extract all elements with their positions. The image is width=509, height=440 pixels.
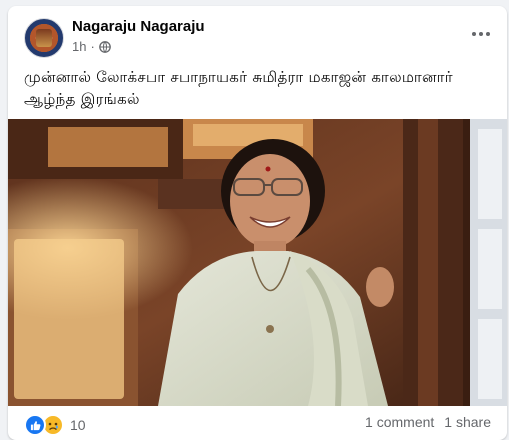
like-icon [24, 414, 46, 436]
post-time[interactable]: 1h [72, 39, 86, 54]
engagement-stats: 1 comment 1 share [365, 414, 491, 430]
post-text: முன்னால் லோக்சபா சபாநாயகர் சுமித்ரா மகாஜ… [24, 68, 453, 108]
author-name[interactable]: Nagaraju Nagaraju [72, 18, 205, 35]
post-header: Nagaraju Nagaraju 1h · [8, 6, 507, 64]
author-avatar[interactable] [24, 18, 64, 58]
share-count-link[interactable]: 1 share [444, 414, 491, 430]
post-photo[interactable] [8, 119, 507, 406]
photo-woman-smiling [8, 119, 507, 406]
meta-separator: · [90, 39, 95, 54]
more-options-icon[interactable] [469, 24, 493, 44]
reaction-summary[interactable]: 10 [24, 414, 86, 436]
avatar-emblem [36, 29, 52, 47]
reaction-icons [24, 414, 64, 436]
reaction-count[interactable]: 10 [70, 417, 86, 433]
post-card: Nagaraju Nagaraju 1h · முன்னால் லோக்சபா … [8, 6, 507, 440]
comment-count-link[interactable]: 1 comment [365, 414, 434, 430]
globe-icon[interactable] [98, 40, 111, 53]
post-meta: 1h · [72, 39, 111, 54]
